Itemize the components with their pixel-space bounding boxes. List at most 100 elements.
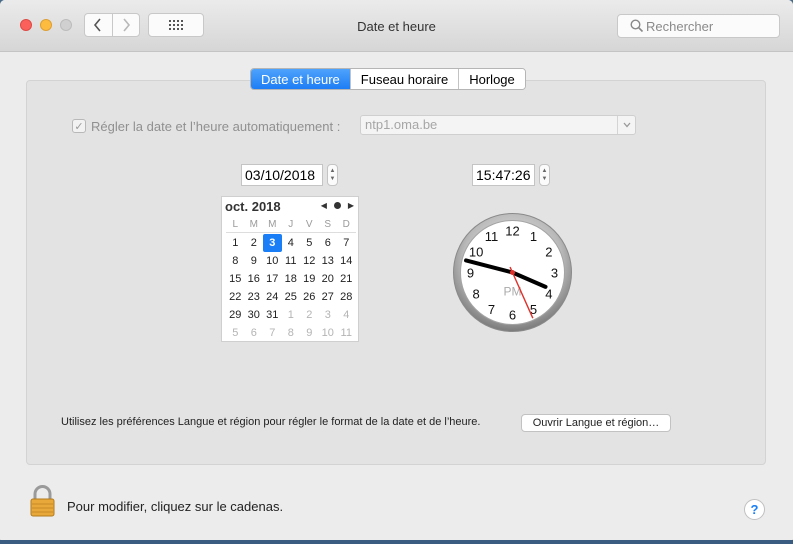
clock-center-pin (510, 270, 515, 275)
calendar-day[interactable]: 6 (245, 324, 264, 342)
auto-time-checkbox[interactable]: ✓ (72, 119, 86, 133)
calendar-day[interactable]: 1 (282, 306, 301, 324)
calendar-divider (226, 232, 356, 233)
tab-fuseau-horaire[interactable]: Fuseau horaire (349, 69, 459, 89)
calendar-day[interactable]: 8 (226, 252, 245, 270)
calendar-day[interactable]: 7 (337, 234, 356, 252)
clock-numeral: 4 (545, 287, 552, 302)
tab-date-et-heure[interactable]: Date et heure (251, 69, 350, 89)
calendar-day[interactable]: 13 (319, 252, 338, 270)
calendar-day[interactable]: 6 (319, 234, 338, 252)
tab-bar: Date et heure Fuseau horaire Horloge (250, 68, 526, 90)
calendar-day[interactable]: 16 (245, 270, 264, 288)
auto-time-label: Régler la date et l’heure automatiquemen… (91, 118, 341, 134)
calendar-day[interactable]: 27 (319, 288, 338, 306)
clock-numeral: 10 (469, 245, 483, 260)
stepper-up-icon: ▲ (541, 168, 548, 174)
calendar-day[interactable]: 29 (226, 306, 245, 324)
calendar-day[interactable]: 26 (300, 288, 319, 306)
lock-icon[interactable] (26, 484, 59, 518)
date-field[interactable]: 03/10/2018 (241, 164, 323, 186)
clock-numeral: 2 (545, 245, 552, 260)
clock-numeral: 8 (473, 287, 480, 302)
search-icon (630, 19, 644, 36)
stepper-down-icon: ▼ (541, 176, 548, 182)
title-bar: Date et heure Rechercher (0, 0, 793, 52)
calendar-day[interactable]: 9 (300, 324, 319, 342)
calendar-day[interactable]: 3 (263, 234, 282, 252)
calendar-day[interactable]: 10 (319, 324, 338, 342)
calendar-day[interactable]: 18 (282, 270, 301, 288)
time-server-value: ntp1.oma.be (365, 117, 438, 132)
time-field[interactable]: 15:47:26 (472, 164, 535, 186)
calendar-day[interactable]: 25 (282, 288, 301, 306)
calendar-day[interactable]: 2 (300, 306, 319, 324)
calendar-nav: ◀ ▶ (321, 201, 354, 210)
calendar-day[interactable]: 8 (282, 324, 301, 342)
calendar-day[interactable]: 5 (226, 324, 245, 342)
calendar-day[interactable]: 11 (337, 324, 356, 342)
calendar-day[interactable]: 31 (263, 306, 282, 324)
time-server-select[interactable]: ntp1.oma.be (360, 115, 636, 135)
time-stepper[interactable]: ▲ ▼ (539, 164, 550, 186)
calendar-month-label: oct. 2018 (225, 199, 281, 214)
calendar-day[interactable]: 28 (337, 288, 356, 306)
weekday-label: L (232, 219, 239, 230)
auto-time-row: ✓ Régler la date et l’heure automatiquem… (72, 116, 340, 136)
calendar-day[interactable]: 2 (245, 234, 264, 252)
calendar-day[interactable]: 15 (226, 270, 245, 288)
calendar-day[interactable]: 5 (300, 234, 319, 252)
calendar-day[interactable]: 20 (319, 270, 338, 288)
calendar-day[interactable]: 12 (300, 252, 319, 270)
calendar-day[interactable]: 22 (226, 288, 245, 306)
clock-numeral: 12 (505, 224, 519, 239)
calendar-day[interactable]: 3 (319, 306, 338, 324)
calendar-grid: 1 2 3 4 5 6 7 8 9 10 11 12 13 14 15 16 17 18 19 20 21 22 23 24 2… (226, 234, 356, 342)
lock-message: Pour modifier, cliquez sur le cadenas. (67, 499, 284, 514)
chevron-down-icon (617, 116, 635, 134)
clock-numeral: 11 (485, 229, 499, 244)
open-language-region-button[interactable]: Ouvrir Langue et région… (521, 414, 671, 432)
clock-numeral: 1 (530, 229, 537, 244)
calendar-day[interactable]: 30 (245, 306, 264, 324)
content-panel (26, 80, 766, 465)
stepper-down-icon: ▼ (329, 176, 336, 182)
analog-clock: 12 1234567891011PM (453, 213, 572, 332)
weekday-label: M (249, 219, 258, 230)
today-icon[interactable] (333, 202, 341, 209)
calendar-day[interactable]: 10 (263, 252, 282, 270)
calendar-day[interactable]: 4 (282, 234, 301, 252)
calendar-day[interactable]: 9 (245, 252, 264, 270)
previous-month-icon[interactable]: ◀ (321, 201, 327, 210)
format-hint: Utilisez les préférences Langue et régio… (61, 416, 481, 428)
help-button[interactable]: ? (744, 499, 765, 520)
date-stepper[interactable]: ▲ ▼ (327, 164, 338, 186)
preferences-window: Date et heure Rechercher Date et heure F… (0, 0, 793, 544)
clock-numeral: 3 (551, 266, 558, 281)
clock-numeral: 9 (467, 266, 474, 281)
calendar-day[interactable]: 7 (263, 324, 282, 342)
tab-horloge[interactable]: Horloge (458, 69, 525, 89)
weekday-label: V (305, 219, 313, 230)
calendar-weekdays: LMMJVSD (226, 219, 356, 233)
search-field[interactable]: Rechercher (617, 14, 780, 38)
desktop-background (0, 540, 793, 544)
search-placeholder: Rechercher (646, 18, 714, 34)
calendar-day[interactable]: 21 (337, 270, 356, 288)
clock-numeral: 6 (509, 308, 516, 323)
calendar-day[interactable]: 1 (226, 234, 245, 252)
calendar-day[interactable]: 17 (263, 270, 282, 288)
calendar-day[interactable]: 14 (337, 252, 356, 270)
calendar-day[interactable]: 11 (282, 252, 301, 270)
calendar-day[interactable]: 19 (300, 270, 319, 288)
calendar: oct. 2018 ◀ ▶ LMMJVSD 1 2 3 4 5 6 7 8 9 10 11 12 13 1… (221, 196, 359, 342)
next-month-icon[interactable]: ▶ (348, 201, 354, 210)
calendar-day[interactable]: 23 (245, 288, 264, 306)
clock-numeral: 7 (488, 302, 495, 317)
stepper-up-icon: ▲ (329, 168, 336, 174)
calendar-day[interactable]: 24 (263, 288, 282, 306)
weekday-label: J (288, 219, 294, 230)
calendar-day[interactable]: 4 (337, 306, 356, 324)
weekday-label: D (342, 219, 350, 230)
weekday-label: M (268, 219, 277, 230)
